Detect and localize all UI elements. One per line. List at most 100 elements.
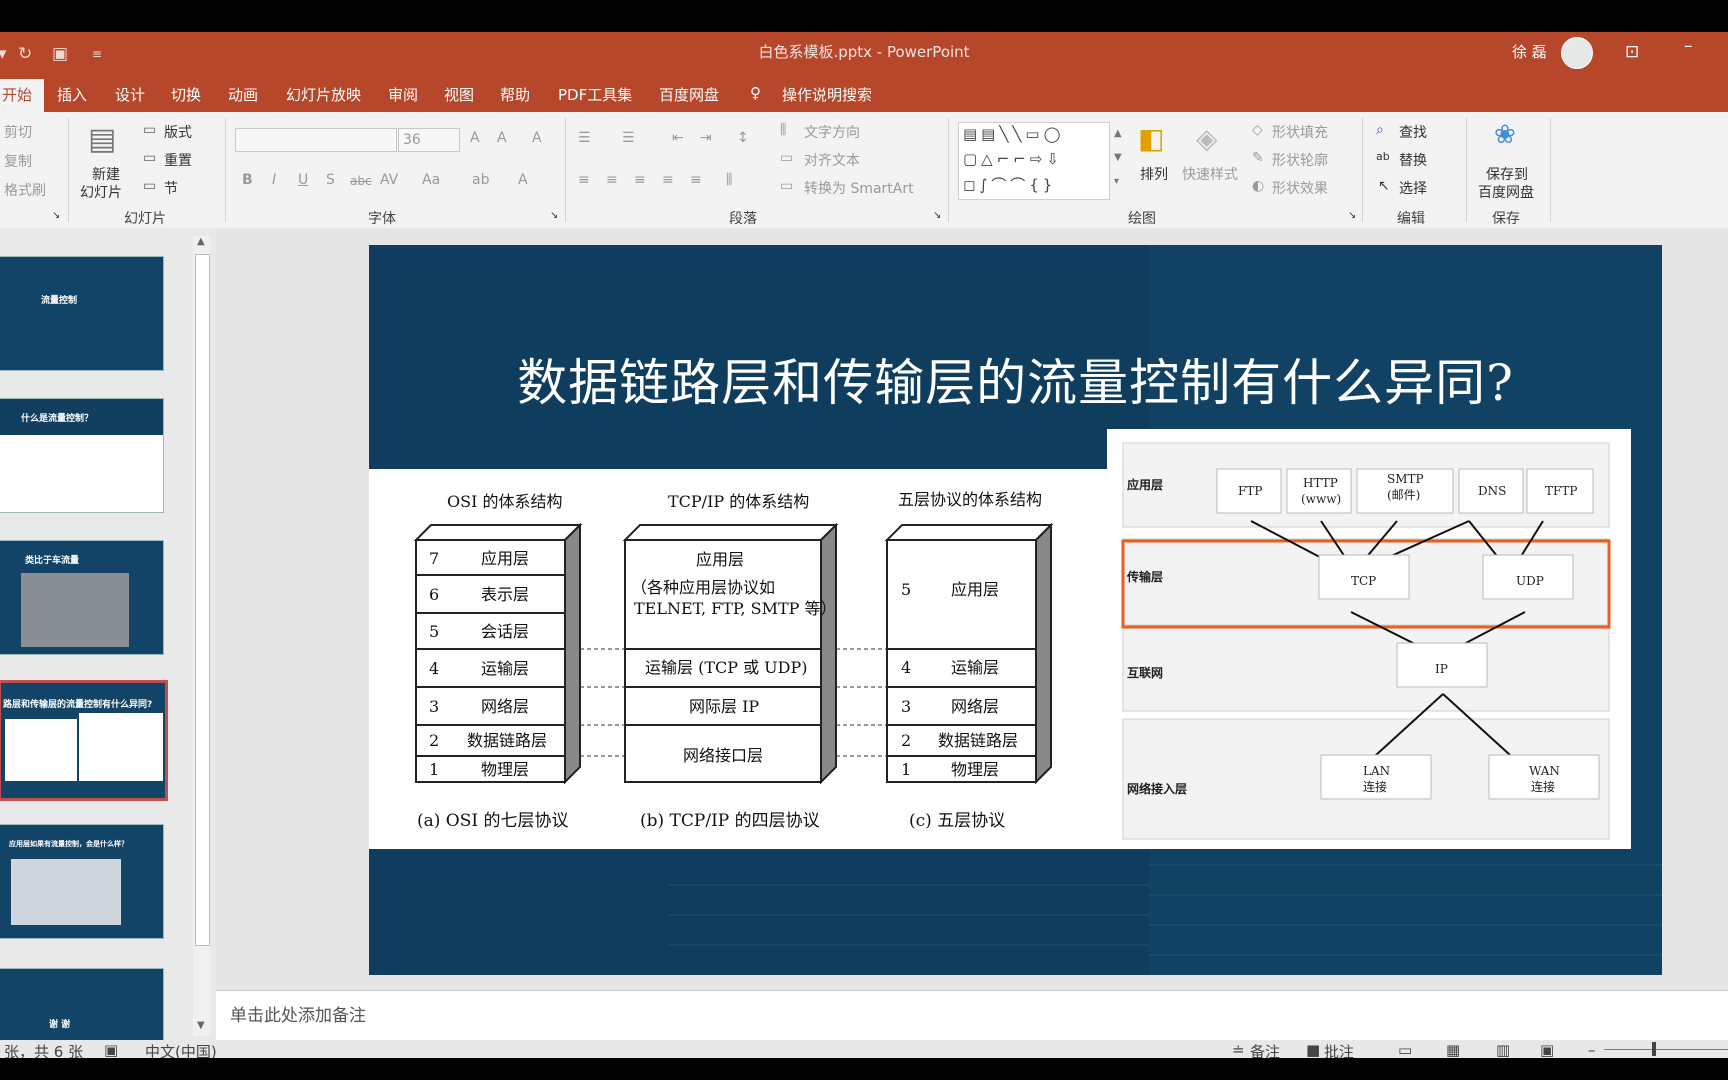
notes-toggle-button[interactable]: 备注	[1250, 1041, 1280, 1058]
tab-insert[interactable]: 插入	[57, 84, 87, 105]
architecture-diagram[interactable]: OSI 的体系结构 TCP/IP 的体系结构 五层协议的体系结构 7 应用层 6…	[369, 469, 1109, 849]
tab-baidu-netdisk[interactable]: 百度网盘	[659, 84, 719, 105]
ribbon-display-icon[interactable]: ⊡	[1625, 42, 1639, 62]
line-spacing-icon[interactable]: ↕	[737, 130, 749, 146]
columns-icon[interactable]: ⫼	[726, 172, 732, 188]
zoom-slider[interactable]	[1604, 1049, 1728, 1050]
clear-format-icon[interactable]: A	[532, 130, 542, 146]
bold-icon[interactable]: B	[242, 172, 253, 188]
font-name-combo[interactable]	[235, 128, 397, 152]
slide-thumbnail[interactable]: 谢 谢	[0, 968, 164, 1051]
scroll-up-icon[interactable]: ▲	[197, 236, 205, 247]
increase-indent-icon[interactable]: ⇥	[700, 130, 712, 146]
align-left-icon[interactable]: ≡	[578, 172, 590, 188]
gallery-up-icon[interactable]: ▲	[1114, 128, 1122, 139]
arrange-button[interactable]: 排列	[1140, 164, 1168, 184]
slide-canvas[interactable]: 数据链路层和传输层的流量控制有什么异同? OSI 的体系结构 TCP/IP 的体…	[369, 245, 1662, 975]
protocol-diagram[interactable]: 应用层 传输层 互联网 网络接入层 FTP HTTP (www) SMTP (邮…	[1107, 429, 1631, 849]
slide-thumbnail[interactable]: 类比于车流量	[0, 540, 164, 655]
highlight-icon[interactable]: ab	[472, 172, 489, 188]
slide-sorter-icon[interactable]: ▦	[1446, 1041, 1460, 1058]
font-launcher-icon[interactable]: ↘	[550, 210, 558, 221]
smartart-button[interactable]: 转换为 SmartArt	[804, 178, 914, 198]
tab-view[interactable]: 视图	[444, 84, 474, 105]
scroll-down-icon[interactable]: ▼	[197, 1020, 205, 1031]
cut-button[interactable]: 剪切	[4, 122, 32, 142]
tab-home[interactable]: 开始	[0, 79, 44, 112]
tab-slideshow[interactable]: 幻灯片放映	[286, 84, 361, 105]
five-header: 五层协议的体系结构	[898, 490, 1042, 509]
notes-placeholder[interactable]: 单击此处添加备注	[230, 1001, 366, 1026]
gallery-more-icon[interactable]: ▾	[1114, 176, 1119, 187]
shape-outline-button[interactable]: 形状轮廓	[1272, 150, 1328, 170]
gallery-down-icon[interactable]: ▼	[1114, 152, 1122, 163]
tab-help[interactable]: 帮助	[500, 84, 530, 105]
zoom-out-icon[interactable]: –	[1588, 1041, 1596, 1058]
numbering-icon[interactable]: ☰	[622, 130, 635, 146]
text-direction-button[interactable]: 文字方向	[804, 122, 860, 142]
thumbnail-title: 什么是流量控制？	[21, 414, 94, 424]
select-button[interactable]: 选择	[1399, 178, 1427, 198]
copy-button[interactable]: 复制	[4, 151, 32, 171]
slide-thumbnail[interactable]: 应用层如果有流量控制，会是什么样？	[0, 824, 164, 939]
paragraph-launcher-icon[interactable]: ↘	[933, 210, 941, 221]
change-case-icon[interactable]: Aa	[422, 172, 440, 188]
comments-button[interactable]: 批注	[1324, 1041, 1354, 1058]
language-indicator[interactable]: 中文(中国)	[145, 1041, 217, 1058]
shape-fill-button[interactable]: 形状填充	[1272, 122, 1328, 142]
zoom-slider-thumb[interactable]	[1652, 1042, 1656, 1056]
shape-effects-button[interactable]: 形状效果	[1272, 178, 1328, 198]
section-button[interactable]: 节	[164, 178, 178, 198]
italic-icon[interactable]: I	[272, 172, 276, 188]
shadow-icon[interactable]: S	[326, 172, 335, 188]
format-painter-button[interactable]: 格式刷	[4, 180, 46, 200]
slideshow-view-icon[interactable]: ▣	[1540, 1041, 1554, 1058]
save-to-label-2[interactable]: 百度网盘	[1478, 182, 1534, 202]
five-layer-num: 4	[901, 658, 911, 677]
slide-thumbnail[interactable]: 流量控制	[0, 256, 164, 371]
tab-transitions[interactable]: 切换	[171, 84, 201, 105]
align-text-button[interactable]: 对齐文本	[804, 150, 860, 170]
avatar[interactable]	[1561, 37, 1593, 69]
reset-button[interactable]: 重置	[164, 150, 192, 170]
spellcheck-icon[interactable]: ▣	[104, 1041, 118, 1058]
char-spacing-icon[interactable]: AV	[380, 172, 398, 188]
align-center-icon[interactable]: ≡	[606, 172, 618, 188]
layout-button[interactable]: 版式	[164, 122, 192, 142]
slide-thumbnail-selected[interactable]: 路层和传输层的流量控制有什么异同?	[0, 680, 168, 801]
drawing-launcher-icon[interactable]: ↘	[1348, 210, 1356, 221]
normal-view-icon[interactable]: ▭	[1398, 1041, 1412, 1058]
minimize-icon[interactable]: –	[1684, 36, 1693, 56]
bullets-icon[interactable]: ☰	[578, 130, 591, 146]
osi-layer-num: 3	[429, 697, 439, 716]
strikethrough-icon[interactable]: abc	[350, 174, 372, 188]
shapes-gallery[interactable]: ▤▤╲╲▭◯ ▢△⌐⌐⇨⇩ ◻∫⌒⌒{}	[958, 122, 1110, 200]
save-to-label-1[interactable]: 保存到	[1486, 164, 1528, 184]
reading-view-icon[interactable]: ▥	[1496, 1041, 1510, 1058]
replace-button[interactable]: 替换	[1399, 150, 1427, 170]
slide-title[interactable]: 数据链路层和传输层的流量控制有什么异同?	[369, 343, 1662, 415]
decrease-indent-icon[interactable]: ⇤	[672, 130, 684, 146]
new-slide-label-2[interactable]: 幻灯片	[80, 182, 122, 202]
tab-animations[interactable]: 动画	[228, 84, 258, 105]
font-size-combo[interactable]: 36	[398, 128, 460, 152]
new-slide-label-1[interactable]: 新建	[92, 164, 120, 184]
distributed-icon[interactable]: ≡	[690, 172, 702, 188]
slide-thumbnail[interactable]: 什么是流量控制？	[0, 398, 164, 513]
grow-font-icon[interactable]: A	[470, 130, 480, 146]
font-color-icon[interactable]: A	[518, 172, 528, 188]
tab-design[interactable]: 设计	[115, 84, 145, 105]
thumbnail-scrollbar[interactable]: ▲ ▼	[193, 236, 210, 1036]
clipboard-launcher-icon[interactable]: ↘	[52, 210, 60, 221]
justify-icon[interactable]: ≡	[662, 172, 674, 188]
underline-icon[interactable]: U	[298, 172, 308, 188]
tell-me-search[interactable]: 操作说明搜索	[782, 84, 872, 105]
user-name[interactable]: 徐 磊	[1512, 41, 1547, 62]
tab-pdf-tools[interactable]: PDF工具集	[558, 84, 632, 105]
tab-review[interactable]: 审阅	[388, 84, 418, 105]
scrollbar-thumb[interactable]	[195, 254, 210, 946]
quick-styles-button[interactable]: 快速样式	[1182, 164, 1238, 184]
find-button[interactable]: 查找	[1399, 122, 1427, 142]
shrink-font-icon[interactable]: A	[497, 130, 507, 146]
align-right-icon[interactable]: ≡	[634, 172, 646, 188]
